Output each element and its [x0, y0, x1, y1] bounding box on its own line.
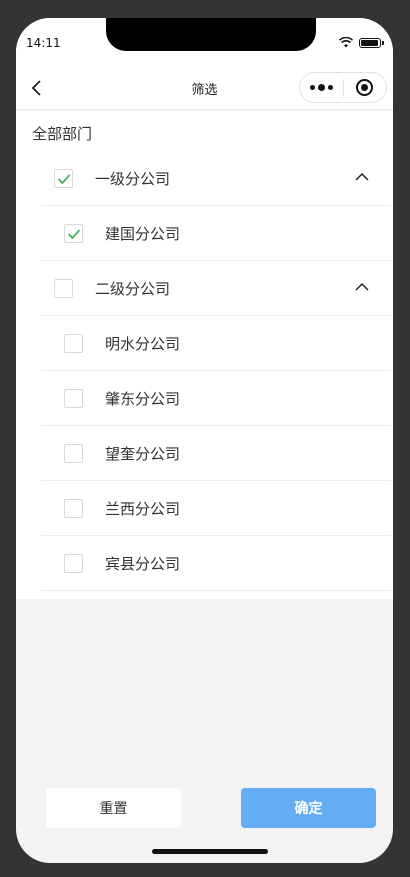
filter-panel: 全部部门 一级分公司 建国分公司 二级分公司 明水分公司 肇东分公司 望奎分公司… — [16, 111, 393, 599]
status-icons — [339, 37, 384, 48]
item-label: 明水分公司 — [105, 334, 181, 353]
chevron-up-icon[interactable] — [355, 172, 369, 181]
phone-screen: 14:11 筛选 全部部门 一级分公司 建国分公司 二级分公司 明水分公司 肇东… — [16, 18, 393, 863]
battery-icon — [359, 37, 384, 48]
close-mini-program-button[interactable] — [344, 73, 386, 102]
group-label: 二级分公司 — [95, 279, 171, 298]
list-item[interactable]: 望奎分公司 — [41, 426, 391, 481]
section-title: 全部部门 — [32, 125, 93, 143]
list-item[interactable]: 明水分公司 — [41, 316, 391, 371]
check-icon — [67, 228, 81, 239]
group-row-level2[interactable]: 二级分公司 — [41, 261, 391, 316]
list-item[interactable]: 肇东分公司 — [41, 371, 391, 426]
check-icon — [57, 173, 71, 184]
list-item[interactable]: 宾县分公司 — [41, 536, 391, 591]
status-time: 14:11 — [26, 36, 61, 50]
group-checkbox[interactable] — [54, 278, 73, 298]
list-item[interactable]: 建国分公司 — [41, 206, 391, 261]
notch — [106, 18, 316, 51]
item-checkbox[interactable] — [64, 223, 83, 243]
nav-bar: 筛选 — [16, 66, 393, 110]
mini-program-capsule — [299, 72, 387, 103]
more-menu-button[interactable] — [300, 73, 343, 102]
wifi-icon — [339, 37, 353, 48]
confirm-button[interactable]: 确定 — [241, 788, 376, 828]
item-label: 宾县分公司 — [105, 554, 181, 573]
item-checkbox[interactable] — [64, 498, 83, 518]
group-checkbox[interactable] — [54, 168, 73, 188]
item-label: 兰西分公司 — [105, 499, 181, 518]
more-dots-icon — [310, 85, 315, 90]
item-label: 望奎分公司 — [105, 444, 181, 463]
chevron-up-icon[interactable] — [355, 282, 369, 291]
item-label: 肇东分公司 — [105, 389, 181, 408]
item-label: 建国分公司 — [105, 224, 181, 243]
list-item[interactable]: 兰西分公司 — [41, 481, 391, 536]
group-label: 一级分公司 — [95, 169, 171, 188]
item-checkbox[interactable] — [64, 388, 83, 408]
item-checkbox[interactable] — [64, 553, 83, 573]
item-checkbox[interactable] — [64, 333, 83, 353]
group-row-level1[interactable]: 一级分公司 — [41, 151, 391, 206]
home-indicator — [152, 849, 268, 854]
reset-button[interactable]: 重置 — [46, 788, 181, 828]
item-checkbox[interactable] — [64, 443, 83, 463]
target-icon — [356, 79, 374, 96]
